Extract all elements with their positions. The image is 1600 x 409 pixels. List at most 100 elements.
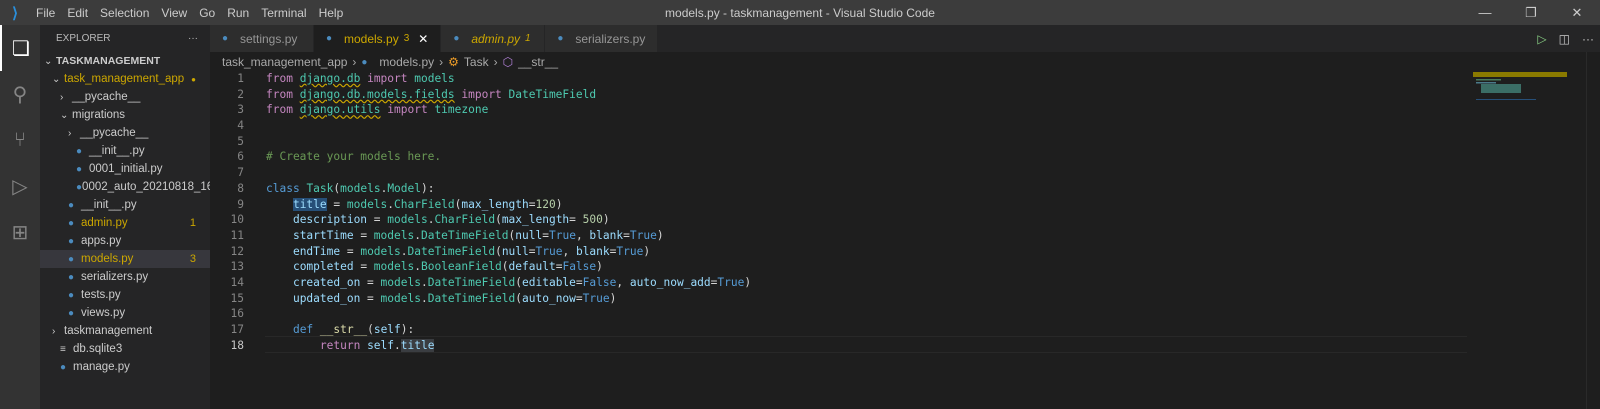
run-python-icon[interactable]: ▷ bbox=[1537, 32, 1546, 46]
code-token: blank bbox=[589, 228, 624, 242]
code-token: models bbox=[346, 197, 388, 211]
code-line: 9 title = models.CharField(max_length=12… bbox=[210, 197, 751, 213]
code-token: = bbox=[353, 228, 374, 242]
tree-item[interactable]: › __pycache__ bbox=[40, 88, 210, 106]
line-number: 16 bbox=[230, 307, 244, 321]
explorer-icon[interactable]: ❏ bbox=[0, 25, 40, 71]
menu-file[interactable]: File bbox=[36, 6, 55, 20]
more-actions-icon[interactable]: ··· bbox=[188, 33, 198, 44]
tab-settings-py[interactable]: ● settings.py bbox=[210, 25, 314, 52]
code-text: completed = models.BooleanField(default=… bbox=[266, 259, 603, 275]
restore-icon[interactable]: ❐ bbox=[1508, 0, 1554, 25]
menu-edit[interactable]: Edit bbox=[67, 6, 88, 20]
code-token: DateTimeField bbox=[501, 87, 597, 101]
tree-item[interactable]: › __pycache__ bbox=[40, 124, 210, 142]
code-token: = bbox=[326, 197, 347, 211]
tree-item-label: __pycache__ bbox=[80, 127, 149, 139]
code-token: . bbox=[414, 260, 421, 274]
code-token: ( bbox=[501, 260, 509, 274]
breadcrumb-method[interactable]: __str__ bbox=[518, 55, 558, 69]
tree-item[interactable]: ⌄ TASKMANAGEMENT bbox=[40, 52, 210, 70]
code-token: . bbox=[414, 228, 421, 242]
code-text: from django.utils import timezone bbox=[266, 102, 488, 118]
tree-item[interactable]: › taskmanagement bbox=[40, 322, 210, 340]
close-window-icon[interactable]: ✕ bbox=[1554, 0, 1600, 25]
split-editor-icon[interactable]: ◫ bbox=[1559, 32, 1570, 46]
code-token: auto_now_add bbox=[629, 275, 711, 289]
tab-admin-py[interactable]: ● admin.py 1 bbox=[441, 25, 546, 52]
activity-bar: ❏ ⚲ ⑂ ▷ ⊞ bbox=[0, 25, 40, 409]
vertical-scrollbar[interactable] bbox=[1586, 52, 1600, 409]
tree-item[interactable]: ● serializers.py bbox=[40, 268, 210, 286]
tree-item[interactable]: ● __init__.py bbox=[40, 142, 210, 160]
more-actions-icon[interactable]: ··· bbox=[1582, 32, 1594, 46]
menu-selection[interactable]: Selection bbox=[100, 6, 149, 20]
code-token: ) bbox=[656, 228, 664, 242]
code-token: models bbox=[340, 181, 381, 195]
tree-item[interactable]: ● views.py bbox=[40, 304, 210, 322]
tab-models-py[interactable]: ● models.py 3 ✕ bbox=[314, 25, 442, 52]
menu-view[interactable]: View bbox=[161, 6, 187, 20]
python-file-icon: ● bbox=[68, 253, 75, 265]
source-control-icon[interactable]: ⑂ bbox=[0, 117, 40, 163]
tree-item[interactable]: ● 0001_initial.py bbox=[40, 160, 210, 178]
code-line: 4 bbox=[210, 118, 751, 134]
code-token: True bbox=[535, 244, 563, 258]
breadcrumb-folder[interactable]: task_management_app bbox=[222, 55, 347, 69]
code-token: from bbox=[266, 72, 293, 85]
search-icon[interactable]: ⚲ bbox=[0, 71, 40, 117]
code-token: , bbox=[616, 275, 630, 289]
breadcrumb-file[interactable]: models.py bbox=[379, 55, 434, 69]
tree-item-label: models.py bbox=[81, 253, 134, 265]
tree-item[interactable]: ● tests.py bbox=[40, 286, 210, 304]
problem-count-badge: 1 bbox=[189, 217, 196, 229]
code-token: description bbox=[292, 213, 368, 227]
code-token: updated_on bbox=[292, 291, 361, 305]
code-line: 2 from django.db.models.fields import Dat… bbox=[210, 87, 751, 103]
tree-item[interactable]: ● models.py 3 bbox=[40, 250, 210, 268]
python-file-icon: ● bbox=[68, 217, 75, 229]
extensions-icon[interactable]: ⊞ bbox=[0, 209, 40, 255]
code-token: True bbox=[616, 244, 644, 258]
line-number: 11 bbox=[230, 228, 244, 242]
tab-serializers-py[interactable]: ● serializers.py bbox=[545, 25, 659, 52]
menu-run[interactable]: Run bbox=[227, 6, 249, 20]
code-token: DateTimeField bbox=[407, 244, 496, 258]
tree-item-label: db.sqlite3 bbox=[73, 343, 123, 355]
tree-item[interactable]: ⌄ migrations bbox=[40, 106, 210, 124]
close-tab-icon[interactable]: ✕ bbox=[418, 32, 428, 46]
code-token: , bbox=[575, 228, 590, 242]
menu-go[interactable]: Go bbox=[199, 6, 215, 20]
tree-item[interactable]: ● manage.py bbox=[40, 358, 210, 376]
tree-item[interactable]: ≡ db.sqlite3 bbox=[40, 340, 210, 358]
minimap[interactable] bbox=[1473, 72, 1567, 112]
tree-item[interactable]: ●0002_auto_20210818_163... bbox=[40, 178, 210, 196]
code-token: __str__ bbox=[319, 323, 368, 336]
tree-item[interactable]: ● apps.py bbox=[40, 232, 210, 250]
code-line: 12 endTime = models.DateTimeField(null=T… bbox=[210, 244, 751, 260]
breadcrumb-class[interactable]: Task bbox=[464, 55, 489, 69]
code-token: False bbox=[582, 275, 617, 289]
code-token: ) bbox=[744, 275, 752, 289]
line-number: 5 bbox=[237, 134, 244, 148]
code-text: endTime = models.DateTimeField(null=True… bbox=[266, 244, 650, 260]
tree-item[interactable]: ⌄ task_management_app ● bbox=[40, 70, 210, 88]
minimize-icon[interactable]: — bbox=[1462, 0, 1508, 25]
menu-terminal[interactable]: Terminal bbox=[261, 6, 306, 20]
run-debug-icon[interactable]: ▷ bbox=[0, 163, 40, 209]
code-line: 3 from django.utils import timezone bbox=[210, 102, 751, 118]
code-token: return bbox=[319, 338, 361, 352]
tree-item[interactable]: ● __init__.py bbox=[40, 196, 210, 214]
code-token: models bbox=[373, 228, 415, 242]
code-token: default bbox=[508, 260, 556, 274]
line-number: 3 bbox=[237, 103, 244, 117]
tree-item[interactable]: ● admin.py 1 bbox=[40, 214, 210, 232]
code-token: django.utils bbox=[299, 103, 381, 117]
menu-help[interactable]: Help bbox=[319, 6, 344, 20]
tree-item-label: serializers.py bbox=[81, 271, 149, 283]
code-editor[interactable]: 1 from django.db import models 2 from djang… bbox=[210, 71, 751, 353]
